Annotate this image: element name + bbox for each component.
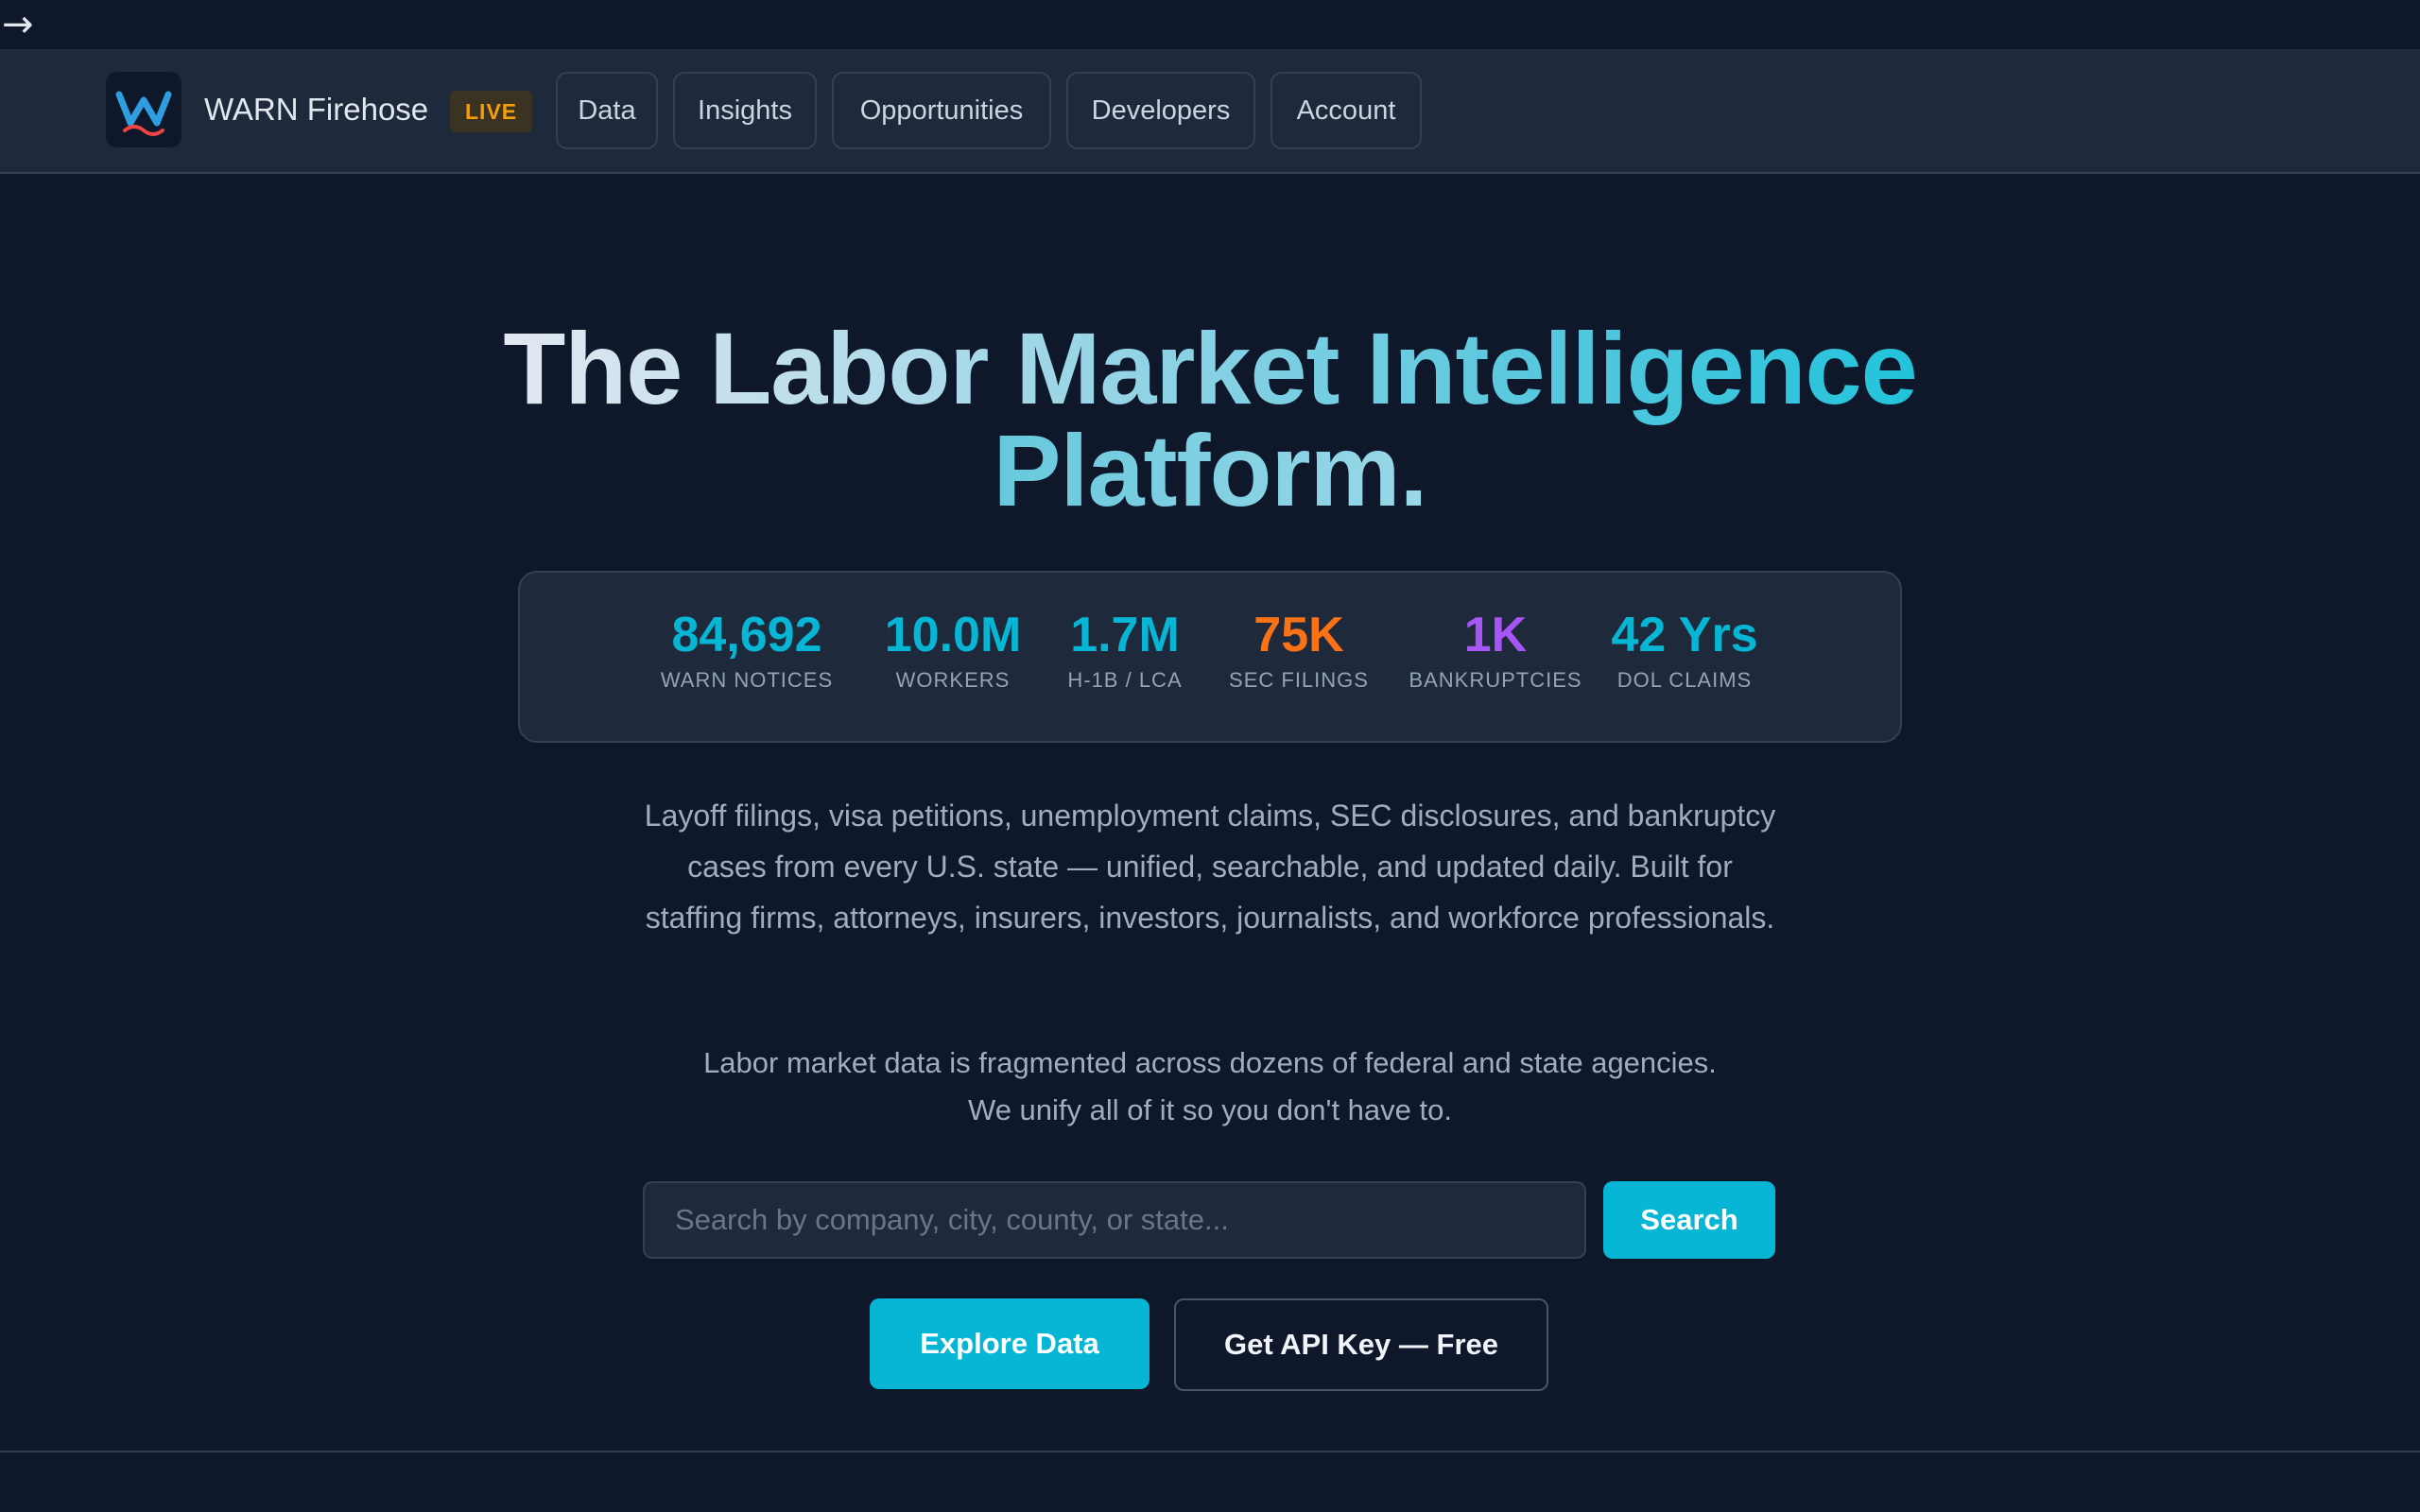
explore-data-button[interactable]: Explore Data <box>870 1298 1150 1389</box>
stat-value: 10.0M <box>884 608 1022 662</box>
section-divider <box>0 1451 2420 1452</box>
nav-data[interactable]: Data <box>556 72 658 149</box>
stat-value: 1K <box>1463 608 1528 662</box>
stat-label: H-1B / LCA <box>1067 668 1183 692</box>
stat-bankruptcies: 1K BANKRUPTCIES <box>1403 607 1588 694</box>
stat-value: 42 Yrs <box>1611 608 1758 662</box>
nav-opportunities[interactable]: Opportunities <box>832 72 1051 149</box>
live-badge: LIVE <box>450 91 533 132</box>
stat-label: SEC FILINGS <box>1229 668 1369 692</box>
hero-description: Layoff filings, visa petitions, unemploy… <box>644 799 1776 935</box>
hero-title: The Labor Market Intelligence Platform. <box>0 318 2420 522</box>
top-navbar: WARN Firehose LIVE Data Insights Opportu… <box>0 49 2420 174</box>
nav-account[interactable]: Account <box>1270 72 1422 149</box>
stat-value: 1.7M <box>1070 608 1180 662</box>
hero-title-line2: Platform. <box>993 413 1427 527</box>
stat-label: WARN NOTICES <box>660 668 834 692</box>
hero-subdescription: Labor market data is fragmented across d… <box>703 1046 1717 1126</box>
stat-label: WORKERS <box>895 668 1011 692</box>
nav-developers[interactable]: Developers <box>1066 72 1255 149</box>
stat-h1b-lca: 1.7M H-1B / LCA <box>1055 607 1195 694</box>
brand-name[interactable]: WARN Firehose <box>204 89 428 130</box>
stat-label: DOL CLAIMS <box>1616 668 1753 692</box>
nav-insights[interactable]: Insights <box>673 72 817 149</box>
stat-label: BANKRUPTCIES <box>1409 668 1582 692</box>
stat-warn-notices: 84,692 WARN NOTICES <box>652 607 841 694</box>
arrow-right-icon[interactable]: → <box>2 6 34 43</box>
get-api-key-button[interactable]: Get API Key — Free <box>1174 1298 1548 1391</box>
hero-title-line1: The Labor Market Intelligence <box>503 311 1917 425</box>
stat-workers: 10.0M WORKERS <box>870 607 1036 694</box>
stat-value: 84,692 <box>671 608 822 662</box>
stat-sec-filings: 75K SEC FILINGS <box>1216 607 1382 694</box>
stat-dol-claims: 42 Yrs DOL CLAIMS <box>1609 607 1760 694</box>
search-input[interactable] <box>643 1181 1586 1259</box>
search-button[interactable]: Search <box>1603 1181 1775 1259</box>
browser-top-strip: → <box>0 0 2420 49</box>
stats-panel: 84,692 WARN NOTICES 10.0M WORKERS 1.7M H… <box>518 571 1902 743</box>
w-wave-logo-icon[interactable] <box>106 72 182 147</box>
stat-value: 75K <box>1253 608 1344 662</box>
